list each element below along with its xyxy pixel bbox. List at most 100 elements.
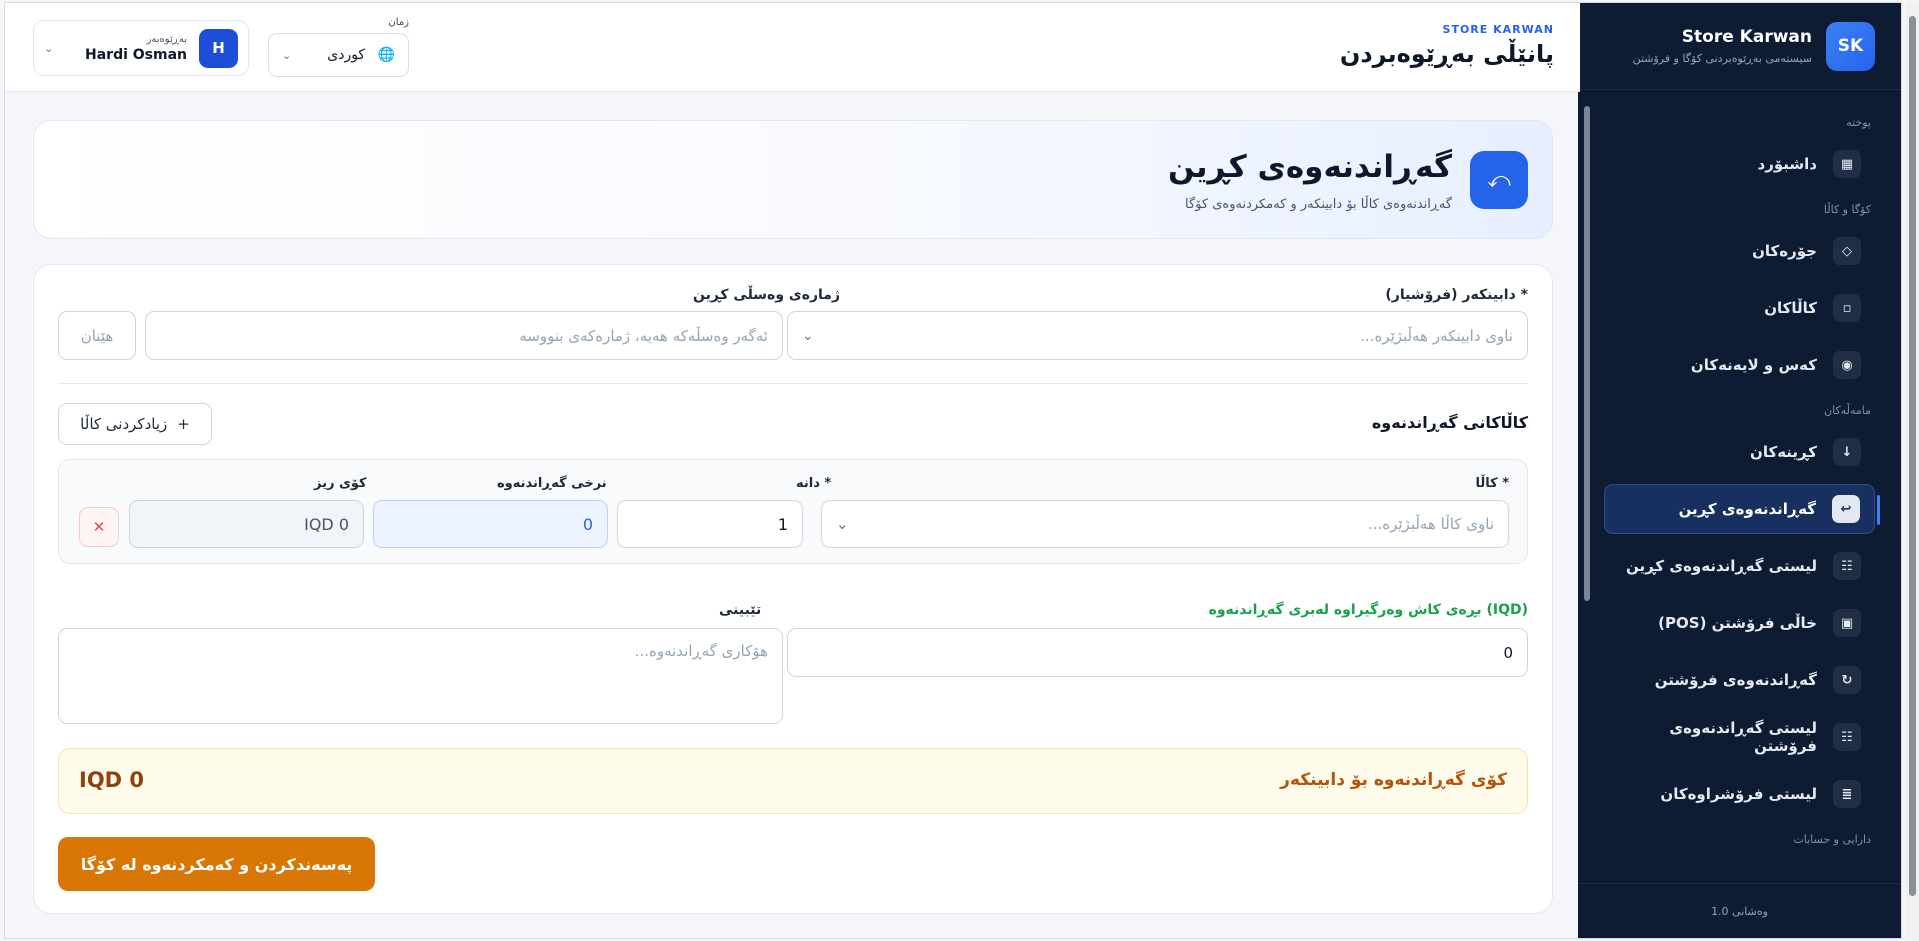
- return-price-input[interactable]: 0: [373, 500, 608, 548]
- user-name: Hardi Osman: [85, 46, 187, 63]
- sidebar-header: SK Store Karwan سیستەمی بەڕێوەبردنی کۆگا…: [1578, 3, 1901, 90]
- plus-icon: +: [177, 415, 190, 433]
- sidebar-nav: پوختە ▦ داشبۆرد کۆگا و کاڵا ◇ جۆرەکان ▫ …: [1578, 90, 1901, 885]
- sidebar-item-label: خاڵی فرۆشتن (POS): [1658, 614, 1817, 632]
- product-label: کاڵا *: [1475, 476, 1509, 491]
- language-selector: زمان ⌄ کوردی 🌐: [262, 17, 409, 79]
- sidebar-item-label: کڕینەکان: [1750, 443, 1817, 461]
- return-total-label: کۆی گەڕاندنەوە بۆ دابینکەر: [1280, 770, 1507, 790]
- section-warehouse: کۆگا و کاڵا: [1823, 203, 1871, 216]
- quantity-input[interactable]: 1: [617, 500, 803, 548]
- grid-icon: ▦: [1833, 150, 1861, 178]
- avatar: H: [199, 28, 238, 68]
- sidebar-item-sale-return[interactable]: ↻ گەڕاندنەوەی فرۆشتن: [1604, 655, 1875, 705]
- invoice-placeholder: ئەگەر وەسڵەکە هەیە، ژمارەکەی بنووسە: [519, 326, 768, 345]
- invoice-number-input[interactable]: ئەگەر وەسڵەکە هەیە، ژمارەکەی بنووسە: [145, 311, 783, 360]
- product-placeholder: ناوی کاڵا هەڵبژێرە...: [1367, 515, 1494, 533]
- app-subtitle: سیستەمی بەڕێوەبردنی کۆگا و فرۆشتن: [1632, 52, 1812, 65]
- add-item-button[interactable]: + زیادکردنی کاڵا: [58, 403, 212, 445]
- close-icon: ✕: [92, 518, 106, 536]
- supplier-placeholder: ناوی دابینکەر هەڵبژێرە...: [1360, 326, 1513, 345]
- sidebar-item-sold-list[interactable]: ≣ لیستی فرۆشراوەکان: [1604, 769, 1875, 819]
- language-select[interactable]: ⌄ کوردی 🌐: [268, 33, 409, 77]
- row-total-label: کۆی ریز: [314, 476, 367, 491]
- return-price-label: نرخی گەڕاندنەوە: [497, 476, 607, 491]
- brand: STORE KARWAN پانێڵی بەڕێوەبردن: [1340, 23, 1554, 68]
- fetch-button[interactable]: هێنان: [58, 311, 136, 360]
- quantity-label: دانە *: [796, 476, 832, 491]
- sidebar-item-products[interactable]: ▫ کاڵاکان: [1604, 283, 1875, 333]
- return-total-value: IQD 0: [79, 768, 145, 792]
- chevron-down-icon: ⌄: [282, 48, 292, 62]
- sidebar-item-categories[interactable]: ◇ جۆرەکان: [1604, 226, 1875, 276]
- app-title: Store Karwan: [1681, 27, 1812, 47]
- section-transactions: مامەڵەکان: [1824, 404, 1871, 417]
- note-textarea[interactable]: هۆکاری گەڕاندنەوە...: [58, 628, 783, 724]
- section-finance: دارایی و حسابات: [1793, 833, 1871, 846]
- language-label: زمان: [388, 17, 409, 28]
- section-general: پوختە: [1846, 116, 1871, 129]
- supplier-select[interactable]: ناوی دابینکەر هەڵبژێرە... ⌄: [787, 311, 1528, 360]
- hero-subtitle: گەڕاندنەوەی کاڵا بۆ دابینکەر و کەمکردنەو…: [1185, 197, 1452, 212]
- app-window: SK Store Karwan سیستەمی بەڕێوەبردنی کۆگا…: [4, 2, 1902, 939]
- invoice-label: ژمارەی وەسڵی کڕین: [693, 287, 841, 303]
- top-bar: STORE KARWAN پانێڵی بەڕێوەبردن زمان ⌄ کو…: [5, 3, 1580, 92]
- language-value: کوردی: [327, 47, 366, 63]
- sidebar-item-label: لیستی فرۆشراوەکان: [1660, 785, 1817, 803]
- globe-icon: 🌐: [377, 47, 395, 63]
- sidebar-item-purchase-return-list[interactable]: ☷ لیستی گەڕاندنەوەی کڕین: [1604, 541, 1875, 591]
- return-icon: ⤺: [1470, 151, 1528, 209]
- diamond-icon: ◇: [1833, 237, 1861, 265]
- pos-icon: ▣: [1833, 609, 1861, 637]
- arrow-down-icon: ↓: [1833, 438, 1861, 466]
- list-icon: ☷: [1833, 723, 1861, 751]
- submit-button[interactable]: پەسەندکردن و کەمکردنەوە لە کۆگا: [58, 837, 375, 891]
- person-icon: ◉: [1833, 351, 1861, 379]
- sidebar-scrollbar[interactable]: [1584, 90, 1590, 885]
- sidebar-item-purchase-return[interactable]: ↩ گەڕاندنەوەی کڕین: [1604, 484, 1880, 534]
- return-total-box: کۆی گەڕاندنەوە بۆ دابینکەر IQD 0: [58, 748, 1528, 814]
- app-logo: SK: [1826, 21, 1875, 71]
- sidebar-item-sale-return-list[interactable]: ☷ لیستی گەڕاندنەوەی فرۆشتن: [1604, 712, 1875, 762]
- sidebar-item-parties[interactable]: ◉ کەس و لایەنەکان: [1604, 340, 1875, 390]
- remove-item-button[interactable]: ✕: [79, 507, 119, 547]
- hero-title: گەڕاندنەوەی کڕین: [1167, 149, 1452, 185]
- version-label: وەشانی 1.0: [1578, 883, 1901, 938]
- note-label: تێبینی: [719, 602, 762, 618]
- item-row: کاڵا * ناوی کاڵا هەڵبژێرە... ⌄ دانە * 1 …: [58, 459, 1528, 564]
- product-select[interactable]: ناوی کاڵا هەڵبژێرە... ⌄: [821, 500, 1509, 548]
- box-icon: ▫: [1833, 294, 1861, 322]
- cash-received-input[interactable]: 0: [787, 628, 1528, 677]
- chevron-down-icon: ⌄: [802, 327, 814, 344]
- cash-received-label: بڕەی کاش وەرگیراوە لەبری گەڕاندنەوە (IQD…: [1208, 602, 1528, 618]
- items-section-title: کاڵاکانی گەڕاندنەوە: [1371, 413, 1528, 432]
- sidebar-item-label: گەڕاندنەوەی فرۆشتن: [1654, 671, 1817, 689]
- page-title: پانێڵی بەڕێوەبردن: [1339, 40, 1554, 68]
- sidebar-item-purchases[interactable]: ↓ کڕینەکان: [1604, 427, 1875, 477]
- purchase-return-form: دابینکەر (فرۆشیار) * ناوی دابینکەر هەڵبژ…: [33, 264, 1553, 914]
- page-scrollbar[interactable]: [1906, 2, 1919, 939]
- sidebar-item-pos[interactable]: ▣ خاڵی فرۆشتن (POS): [1604, 598, 1875, 648]
- main-content: ⤺ گەڕاندنەوەی کڕین گەڕاندنەوەی کاڵا بۆ د…: [33, 120, 1553, 914]
- user-menu[interactable]: ⌄ بەڕێوەبەر Hardi Osman H: [33, 20, 249, 76]
- return-icon: ↩: [1832, 495, 1860, 523]
- brand-eyebrow: STORE KARWAN: [1442, 23, 1554, 36]
- lines-icon: ≣: [1833, 780, 1861, 808]
- sidebar-item-label: کەس و لایەنەکان: [1690, 356, 1817, 374]
- sidebar-item-label: لیستی گەڕاندنەوەی کڕین: [1626, 557, 1817, 575]
- row-total-value: IQD 0: [129, 500, 364, 548]
- sidebar-item-label: داشبۆرد: [1757, 155, 1817, 173]
- sidebar-item-label: گەڕاندنەوەی کڕین: [1678, 500, 1816, 518]
- user-role: بەڕێوەبەر: [146, 33, 187, 45]
- sidebar-item-dashboard[interactable]: ▦ داشبۆرد: [1604, 139, 1875, 189]
- sidebar-item-label: کاڵاکان: [1764, 299, 1817, 317]
- hero-banner: ⤺ گەڕاندنەوەی کڕین گەڕاندنەوەی کاڵا بۆ د…: [33, 120, 1553, 239]
- chevron-down-icon: ⌄: [44, 41, 54, 55]
- sidebar-item-label: جۆرەکان: [1752, 242, 1817, 260]
- divider: [58, 383, 1528, 384]
- chevron-down-icon: ⌄: [836, 515, 849, 533]
- sidebar: SK Store Karwan سیستەمی بەڕێوەبردنی کۆگا…: [1578, 3, 1901, 938]
- sidebar-item-label: لیستی گەڕاندنەوەی فرۆشتن: [1669, 719, 1817, 755]
- refresh-icon: ↻: [1833, 666, 1861, 694]
- list-icon: ☷: [1833, 552, 1861, 580]
